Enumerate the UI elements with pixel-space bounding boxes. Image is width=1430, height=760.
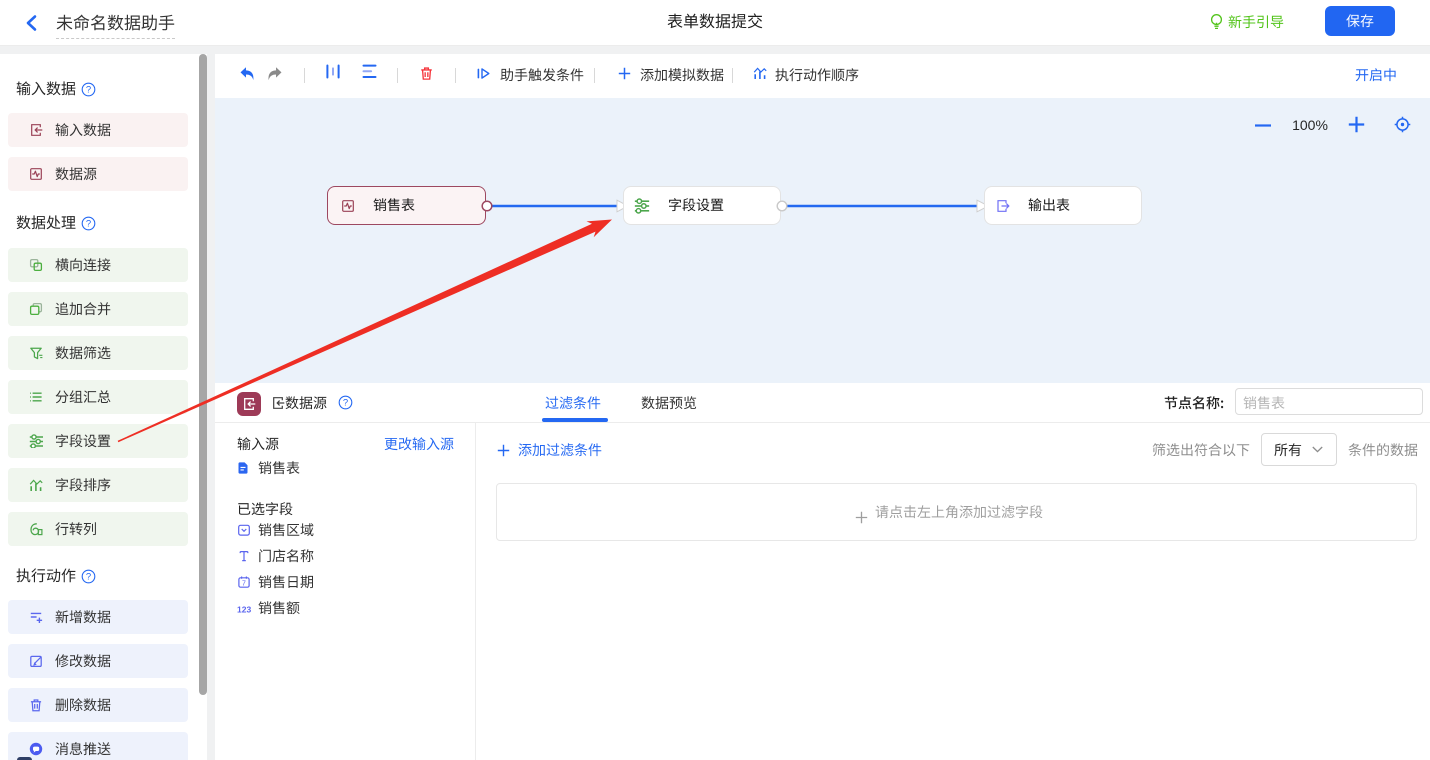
svg-text:?: ?	[86, 572, 91, 583]
svg-text:?: ?	[86, 219, 91, 230]
svg-text:123: 123	[237, 605, 251, 615]
svg-text:?: ?	[86, 85, 91, 96]
svg-text:?: ?	[343, 398, 348, 409]
svg-text:7: 7	[242, 580, 246, 587]
